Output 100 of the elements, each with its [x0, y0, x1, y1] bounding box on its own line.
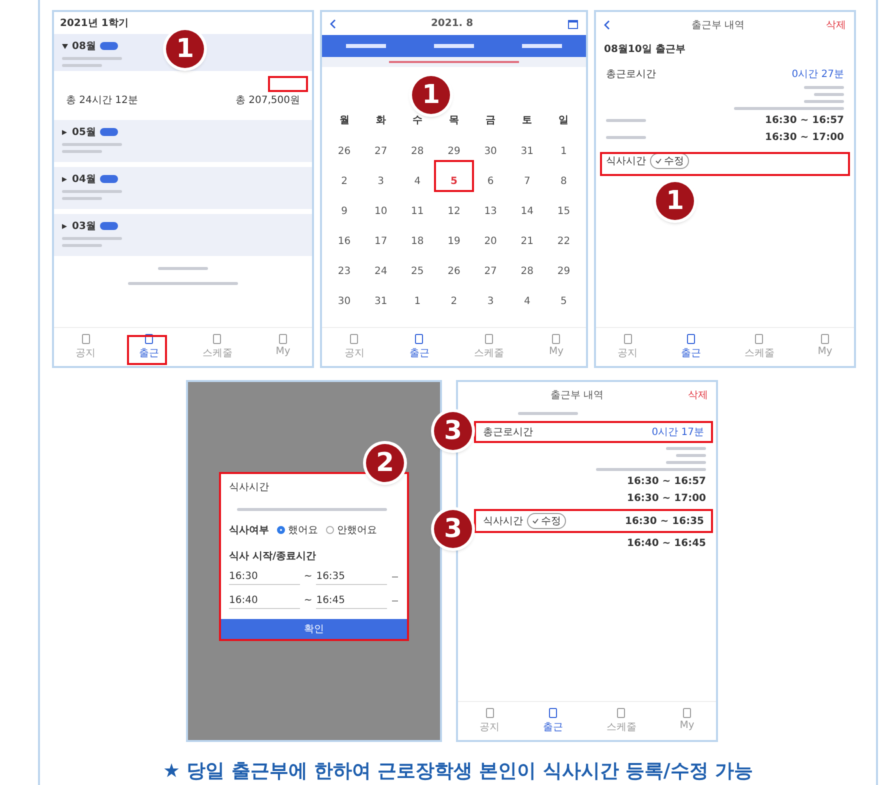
calendar-day[interactable]: 15 — [545, 206, 582, 217]
calendar-day[interactable]: 1 — [399, 296, 436, 307]
month-title: 2021. 8 — [430, 18, 474, 29]
calendar-day[interactable]: 31 — [362, 296, 400, 307]
highlight-box — [268, 76, 308, 92]
highlight-box — [127, 335, 167, 365]
delete-link[interactable]: 삭제 — [826, 18, 846, 32]
calendar-day[interactable]: 7 — [508, 176, 546, 187]
tab[interactable]: 출근 — [537, 706, 570, 736]
calendar-day[interactable]: 8 — [545, 176, 582, 187]
range-separator: ~ — [304, 571, 312, 582]
calendar-day[interactable]: 29 — [545, 266, 582, 277]
step-number-badge: 1 — [656, 182, 694, 220]
back-icon[interactable] — [330, 18, 336, 28]
calendar-day[interactable]: 26 — [436, 266, 472, 277]
calendar-day[interactable]: 14 — [508, 206, 546, 217]
field-label: 총근로시간 — [606, 68, 656, 81]
document-icon — [486, 708, 494, 718]
blurred-text-drawing — [62, 237, 122, 247]
calendar-day[interactable]: 18 — [399, 236, 436, 247]
blurred-text-drawing — [62, 143, 122, 153]
tab[interactable]: 출근 — [133, 332, 166, 362]
month-card[interactable]: 03월 — [54, 214, 312, 256]
screen-title: 출근부 내역 — [550, 389, 604, 402]
calendar-day[interactable]: 23 — [326, 266, 363, 277]
start-time-field[interactable]: 16:40 — [229, 592, 300, 608]
weekday-label: 월 — [338, 114, 350, 127]
document-icon — [279, 334, 288, 344]
blurred-text-drawing — [62, 190, 122, 200]
calendar-day[interactable]: 2 — [326, 176, 363, 187]
weekday-label: 화 — [374, 114, 387, 127]
calendar-day[interactable]: 17 — [362, 236, 400, 247]
end-time-field[interactable]: 16:35 — [316, 568, 388, 584]
step-number-badge: 1 — [166, 30, 204, 68]
document-icon — [350, 334, 358, 344]
tab[interactable]: 출근 — [675, 332, 708, 362]
calendar-day[interactable]: 28 — [508, 266, 546, 277]
calendar-day[interactable]: 2 — [436, 296, 472, 307]
calendar-day[interactable]: 5 — [545, 296, 582, 307]
step-number-badge: 2 — [366, 444, 404, 482]
calendar-day[interactable]: 10 — [362, 206, 400, 217]
calendar-day[interactable]: 12 — [436, 206, 472, 217]
edit-chip[interactable]: 수정 — [650, 153, 689, 169]
radio-option[interactable]: 했어요 — [277, 522, 318, 536]
calendar-day[interactable]: 1 — [545, 146, 582, 157]
tab[interactable]: 출근 — [403, 332, 436, 362]
figure-caption: ★ 당일 출근부에 한하여 근로장학생 본인이 식사시간 등록/수정 가능 — [162, 759, 754, 784]
field-label: 식사여부 — [229, 524, 269, 536]
calendar-day[interactable]: 3 — [472, 296, 509, 307]
calendar-day[interactable]: 19 — [436, 236, 472, 247]
end-time-field[interactable]: 16:45 — [316, 592, 388, 608]
calendar-day[interactable]: 5 — [436, 176, 472, 187]
calendar-day[interactable]: 21 — [508, 236, 546, 247]
calendar-day[interactable]: 30 — [472, 146, 509, 157]
calendar-day[interactable]: 24 — [362, 266, 400, 277]
document-icon — [617, 708, 626, 718]
calendar-day[interactable]: 31 — [508, 146, 546, 157]
confirm-button[interactable]: 확인 — [221, 618, 407, 638]
calendar-day[interactable]: 20 — [472, 236, 509, 247]
back-icon[interactable] — [604, 20, 610, 30]
caret-icon — [62, 176, 68, 182]
calendar-day[interactable]: 27 — [472, 266, 509, 277]
document-icon — [755, 334, 764, 344]
screen-title: 출근부 내역 — [691, 19, 745, 32]
radio-option[interactable]: 안했어요 — [326, 522, 377, 536]
start-time-field[interactable]: 16:30 — [229, 568, 300, 584]
calendar-day[interactable]: 25 — [399, 266, 436, 277]
field-label: 식사시간 — [606, 155, 646, 168]
calendar-day[interactable]: 4 — [399, 176, 436, 187]
calendar-day[interactable]: 28 — [399, 146, 436, 157]
document-icon — [213, 334, 222, 344]
month-label: 04월 — [72, 173, 96, 186]
month-label: 05월 — [72, 126, 96, 139]
delete-link[interactable]: 삭제 — [688, 388, 708, 402]
time-range: 16:30 ~ 16:57 — [626, 476, 706, 487]
field-label: 총근로시간 — [483, 426, 533, 439]
calendar-day[interactable]: 27 — [362, 146, 400, 157]
blurred-text-drawing — [606, 119, 646, 122]
calendar-day[interactable]: 6 — [472, 176, 509, 187]
weekday-label: 일 — [558, 114, 570, 127]
calendar-day[interactable]: 29 — [436, 146, 472, 157]
calendar-day[interactable]: 26 — [326, 146, 363, 157]
blurred-text-drawing — [606, 136, 646, 139]
calendar-day[interactable]: 4 — [508, 296, 546, 307]
calendar-day[interactable]: 30 — [326, 296, 363, 307]
time-range: 16:30 ~ 16:35 — [624, 516, 704, 526]
calendar-day[interactable]: 9 — [326, 206, 363, 217]
calendar-day[interactable]: 22 — [545, 236, 582, 247]
calendar-day[interactable]: 16 — [326, 236, 363, 247]
calendar-day[interactable]: 11 — [399, 206, 436, 217]
month-card[interactable]: 04월 — [54, 167, 312, 209]
document-icon — [82, 334, 90, 344]
month-card[interactable]: 05월 — [54, 120, 312, 162]
calendar-icon[interactable] — [568, 18, 578, 28]
highlight-box — [434, 160, 474, 192]
document-icon — [683, 708, 692, 718]
calendar-day[interactable]: 3 — [362, 176, 400, 187]
calendar-day[interactable]: 13 — [472, 206, 509, 217]
edit-chip[interactable]: 수정 — [527, 513, 566, 529]
time-range: 16:30 ~ 17:00 — [764, 132, 844, 143]
